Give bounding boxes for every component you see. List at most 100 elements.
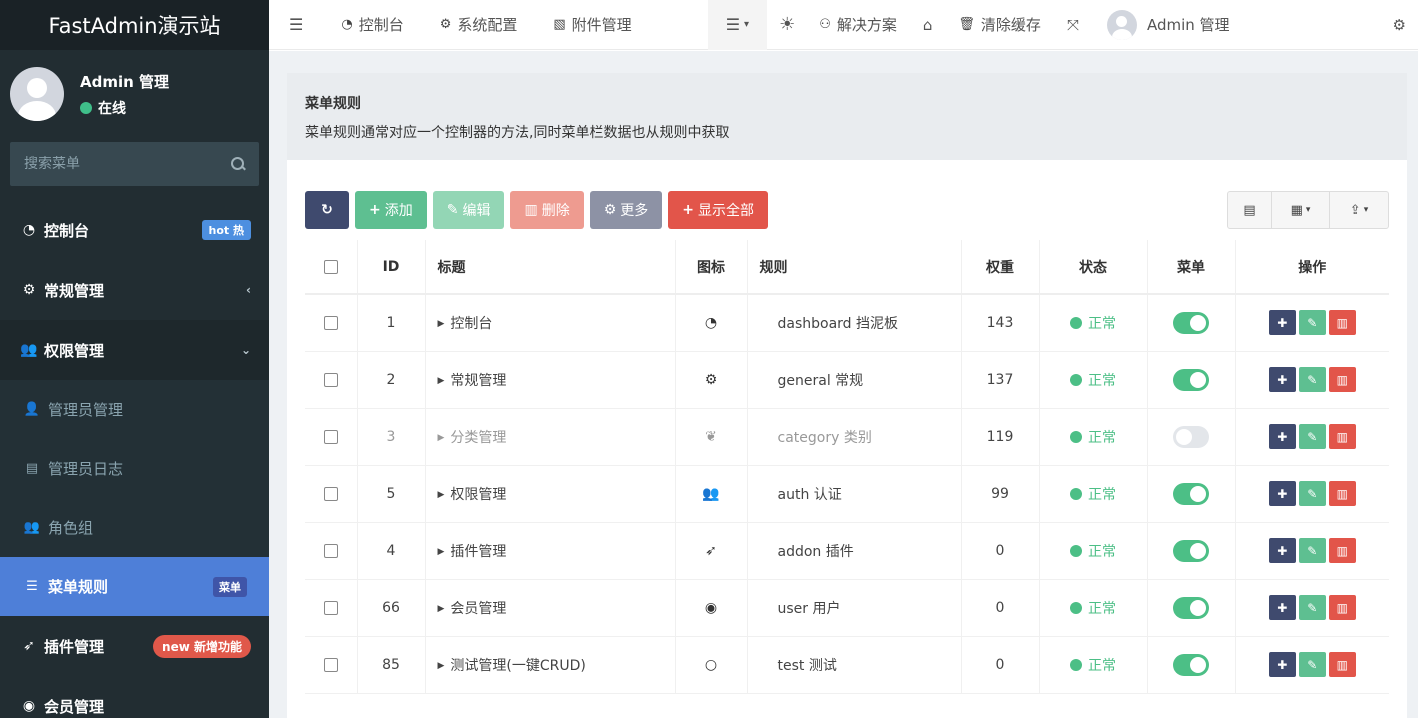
row-edit-button[interactable]: ✎: [1298, 652, 1326, 677]
app-logo[interactable]: FastAdmin演示站: [0, 0, 269, 50]
drag-button[interactable]: ✚: [1268, 367, 1296, 392]
status-badge[interactable]: 正常: [1070, 541, 1116, 561]
nav-user-menu[interactable]: Admin 管理: [1093, 0, 1244, 50]
row-delete-button[interactable]: ▥: [1328, 367, 1356, 392]
row-title: 常规管理: [450, 372, 507, 389]
columns-button[interactable]: ▦ ▾: [1272, 192, 1330, 228]
row-delete-button[interactable]: ▥: [1328, 595, 1356, 620]
row-title-cell[interactable]: ▶ 控制台: [425, 294, 676, 352]
sidebar-item-adminlog[interactable]: ▤ 管理员日志: [0, 439, 269, 498]
toggle-view-button[interactable]: ▤: [1228, 192, 1272, 228]
row-checkbox[interactable]: [323, 543, 338, 558]
menu-search-input[interactable]: [24, 156, 204, 172]
row-title-cell[interactable]: ▶ 插件管理: [425, 522, 676, 580]
col-title[interactable]: 标题: [425, 240, 676, 295]
menu-toggle[interactable]: [1173, 368, 1209, 391]
menu-toggle[interactable]: [1173, 653, 1209, 676]
status-badge[interactable]: 正常: [1070, 655, 1116, 675]
row-rule: addon 插件: [777, 543, 854, 560]
row-title-cell[interactable]: ▶ 测试管理(一键CRUD): [425, 636, 676, 694]
nav-fullscreen[interactable]: ⤧: [1053, 0, 1093, 50]
menu-toggle[interactable]: [1173, 539, 1209, 562]
row-title-cell[interactable]: ▶ 权限管理: [425, 465, 676, 523]
show-all-button[interactable]: + 显示全部: [668, 191, 768, 229]
nav-more-menu[interactable]: ☰ ▾: [707, 0, 768, 50]
drag-button[interactable]: ✚: [1268, 481, 1296, 506]
row-id: 4: [357, 522, 426, 580]
row-checkbox[interactable]: [323, 600, 338, 615]
col-id[interactable]: ID: [357, 240, 426, 295]
row-title-cell[interactable]: ▶ 会员管理: [425, 579, 676, 637]
search-icon[interactable]: [231, 157, 245, 171]
export-button[interactable]: ⇪ ▾: [1330, 192, 1388, 228]
row-checkbox[interactable]: [323, 486, 338, 501]
caret-down-icon: ▾: [1305, 205, 1311, 215]
status-badge[interactable]: 正常: [1070, 370, 1116, 390]
row-delete-button[interactable]: ▥: [1328, 538, 1356, 563]
nav-home[interactable]: ⌂: [909, 0, 947, 50]
nav-solutions[interactable]: ⚇ 解决方案: [807, 0, 909, 50]
sidebar-item-label: 管理员日志: [48, 460, 124, 478]
col-rule[interactable]: 规则: [747, 240, 962, 295]
status-badge[interactable]: 正常: [1070, 313, 1116, 333]
trash-icon: ▥: [524, 202, 538, 218]
nav-clear-cache[interactable]: 🗑 清除缓存: [946, 0, 1053, 50]
row-title-cell[interactable]: ▶ 分类管理: [425, 408, 676, 466]
more-button[interactable]: ⚙ 更多: [589, 191, 663, 229]
drag-button[interactable]: ✚: [1268, 652, 1296, 677]
row-delete-button[interactable]: ▥: [1328, 310, 1356, 336]
row-edit-button[interactable]: ✎: [1298, 481, 1326, 506]
table-row: 1 ▶ 控制台 ◔ dashboard 挡泥板 143 正常 ✚ ✎ ▥: [305, 294, 1389, 352]
edit-button[interactable]: ✎ 编辑: [432, 191, 505, 229]
menu-toggle[interactable]: [1173, 482, 1209, 505]
drag-button[interactable]: ✚: [1268, 595, 1296, 620]
sidebar-item-rule[interactable]: ☰ 菜单规则 菜单: [0, 557, 269, 616]
nav-settings[interactable]: ⚙ 系统配置: [422, 0, 536, 50]
menu-toggle[interactable]: [1173, 596, 1209, 619]
menu-toggle[interactable]: [1173, 425, 1209, 448]
row-checkbox[interactable]: [323, 372, 338, 387]
status-badge[interactable]: 正常: [1070, 598, 1116, 618]
row-delete-button[interactable]: ▥: [1328, 424, 1356, 449]
row-title-cell[interactable]: ▶ 常规管理: [425, 351, 676, 409]
col-status[interactable]: 状态: [1039, 240, 1148, 295]
list-alt-icon: ▤: [1243, 202, 1256, 218]
sidebar-item-addon[interactable]: ➶ 插件管理 new 新增功能: [0, 616, 269, 676]
theme-toggle[interactable]: ☀: [767, 0, 807, 50]
caret-right-icon: ▶: [437, 603, 445, 614]
drag-button[interactable]: ✚: [1268, 538, 1296, 563]
menu-toggle[interactable]: [1173, 311, 1209, 334]
delete-button[interactable]: ▥ 删除: [510, 191, 584, 229]
row-edit-button[interactable]: ✎: [1298, 310, 1326, 336]
sidebar-item-general[interactable]: ⚙ 常规管理 ‹: [0, 260, 269, 320]
drag-button[interactable]: ✚: [1268, 310, 1296, 336]
col-icon[interactable]: 图标: [675, 240, 748, 295]
row-checkbox[interactable]: [323, 657, 338, 672]
col-menu[interactable]: 菜单: [1147, 240, 1236, 295]
row-edit-button[interactable]: ✎: [1298, 595, 1326, 620]
select-all-checkbox[interactable]: [323, 259, 338, 274]
row-checkbox[interactable]: [323, 315, 338, 330]
nav-dashboard[interactable]: ◔ 控制台: [323, 0, 421, 50]
sidebar-item-user[interactable]: ◉ 会员管理: [0, 676, 269, 718]
row-checkbox[interactable]: [323, 429, 338, 444]
sidebar-toggle[interactable]: ☰: [269, 0, 323, 50]
refresh-button[interactable]: ↻: [305, 191, 349, 229]
table-row: 5 ▶ 权限管理 👥 auth 认证 99 正常 ✚ ✎ ▥: [305, 465, 1389, 523]
drag-button[interactable]: ✚: [1268, 424, 1296, 449]
row-delete-button[interactable]: ▥: [1328, 481, 1356, 506]
row-edit-button[interactable]: ✎: [1298, 538, 1326, 563]
nav-attachments[interactable]: ▧ 附件管理: [535, 0, 649, 50]
sidebar-item-group[interactable]: 👥 角色组: [0, 498, 269, 557]
status-badge[interactable]: 正常: [1070, 484, 1116, 504]
sidebar-item-dashboard[interactable]: ◔ 控制台 hot 热: [0, 200, 269, 260]
sidebar-item-auth[interactable]: 👥 权限管理 ⌄: [0, 320, 269, 380]
nav-config[interactable]: ⚙: [1381, 0, 1418, 50]
add-button[interactable]: + 添加: [355, 191, 427, 229]
row-edit-button[interactable]: ✎: [1298, 367, 1326, 392]
col-weight[interactable]: 权重: [961, 240, 1040, 295]
row-delete-button[interactable]: ▥: [1328, 652, 1356, 677]
status-badge[interactable]: 正常: [1070, 427, 1116, 447]
sidebar-item-admin[interactable]: 👤 管理员管理: [0, 380, 269, 439]
row-edit-button[interactable]: ✎: [1298, 424, 1326, 449]
